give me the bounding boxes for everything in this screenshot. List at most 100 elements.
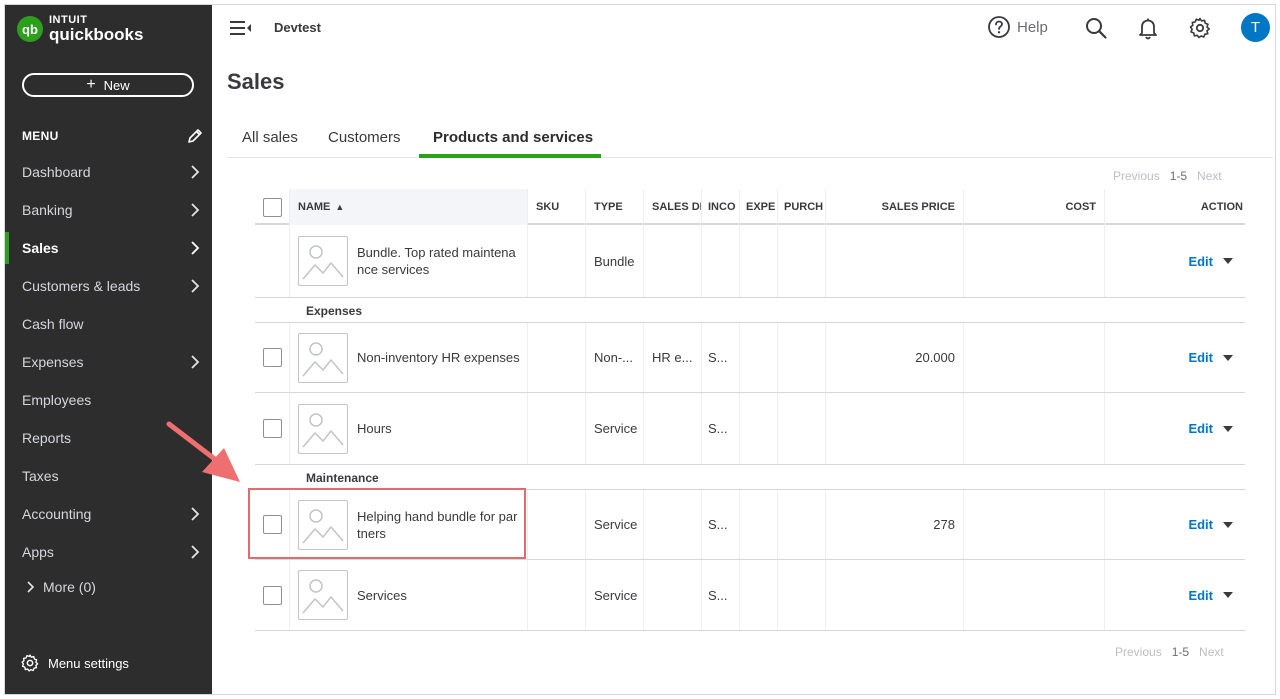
product-purchase <box>777 560 825 630</box>
row-checkbox[interactable] <box>263 585 282 605</box>
help-label: Help <box>1017 18 1048 36</box>
column-header-action: ACTION <box>1104 189 1245 225</box>
product-image-placeholder[interactable] <box>298 332 348 383</box>
product-type: Service <box>585 560 643 630</box>
sidebar-item-employees[interactable]: Employees <box>5 381 212 419</box>
menu-settings-button[interactable]: Menu settings <box>20 653 129 673</box>
product-cost <box>963 490 1104 559</box>
sidebar-item-sales[interactable]: Sales <box>5 229 212 267</box>
product-sales-price <box>825 560 963 630</box>
product-type: Non-... <box>585 323 643 392</box>
group-label: Maintenance <box>306 471 379 485</box>
product-image-placeholder[interactable] <box>298 499 348 550</box>
product-sales-description <box>643 560 701 630</box>
product-name[interactable]: Helping hand bundle for par tners <box>357 508 521 542</box>
edit-button[interactable]: Edit <box>1188 350 1213 365</box>
user-avatar[interactable]: T <box>1241 13 1270 42</box>
action-dropdown-icon[interactable] <box>1223 354 1233 361</box>
hamburger-menu-icon[interactable] <box>230 19 252 37</box>
sidebar: qb INTUIT quickbooks + New MENU Dashboar… <box>5 5 212 694</box>
pager-previous[interactable]: Previous <box>1115 645 1162 659</box>
sales-tabs: All sales Customers Products and service… <box>227 125 1273 158</box>
product-image-placeholder[interactable] <box>298 403 348 454</box>
column-header-sku[interactable]: SKU <box>527 189 585 225</box>
annotation-arrow-icon <box>166 421 240 482</box>
action-dropdown-icon[interactable] <box>1223 258 1233 264</box>
product-purchase <box>777 393 825 464</box>
product-sales-price: 278 <box>825 490 963 559</box>
column-header-purchase[interactable]: PURCH <box>777 189 825 225</box>
gear-icon[interactable] <box>1188 16 1212 40</box>
product-name[interactable]: Services <box>357 587 521 604</box>
top-bar: Devtest Help T <box>212 5 1275 53</box>
sidebar-item-expenses[interactable]: Expenses <box>5 343 212 381</box>
column-header-cost[interactable]: COST <box>963 189 1104 225</box>
tab-products-and-services[interactable]: Products and services <box>433 129 593 146</box>
edit-button[interactable]: Edit <box>1188 421 1213 436</box>
image-placeholder-icon <box>302 412 344 447</box>
more-label: More (0) <box>43 579 96 595</box>
select-all-checkbox[interactable] <box>263 197 282 217</box>
column-header-sales-description[interactable]: SALES DE <box>643 189 701 225</box>
column-header-name[interactable]: NAME ▲ <box>289 189 527 225</box>
chevron-right-icon <box>191 507 200 521</box>
action-dropdown-icon[interactable] <box>1223 592 1233 598</box>
product-expense-account <box>739 393 777 464</box>
product-expense-account <box>739 560 777 630</box>
search-icon[interactable] <box>1084 16 1108 40</box>
product-type: Service <box>585 490 643 559</box>
sidebar-item-customers-leads[interactable]: Customers & leads <box>5 267 212 305</box>
product-sales-description <box>643 490 701 559</box>
group-label: Expenses <box>306 304 363 318</box>
product-name[interactable]: Non-inventory HR expenses <box>357 349 521 366</box>
product-image-placeholder[interactable] <box>298 236 348 286</box>
product-sales-price <box>825 393 963 464</box>
pager-next[interactable]: Next <box>1197 169 1222 183</box>
product-purchase <box>777 323 825 392</box>
pager-range: 1-5 <box>1169 169 1188 183</box>
chevron-right-icon <box>191 279 200 293</box>
sidebar-item-banking[interactable]: Banking <box>5 191 212 229</box>
action-dropdown-icon[interactable] <box>1223 425 1233 432</box>
row-checkbox[interactable] <box>263 348 282 367</box>
image-placeholder-icon <box>302 245 344 280</box>
column-header-type[interactable]: TYPE <box>585 189 643 225</box>
column-header-income-account[interactable]: INCO <box>701 189 739 225</box>
sidebar-item-accounting[interactable]: Accounting <box>5 495 212 533</box>
sidebar-more[interactable]: More (0) <box>27 579 96 595</box>
column-header-sales-price[interactable]: SALES PRICE <box>825 189 963 225</box>
action-dropdown-icon[interactable] <box>1223 521 1233 528</box>
help-button[interactable]: Help <box>987 15 1048 39</box>
sidebar-item-cash-flow[interactable]: Cash flow <box>5 305 212 343</box>
edit-button[interactable]: Edit <box>1188 254 1213 269</box>
image-placeholder-icon <box>302 508 344 543</box>
pencil-icon[interactable] <box>186 127 204 145</box>
product-purchase <box>777 225 825 297</box>
bell-icon[interactable] <box>1136 16 1160 40</box>
product-cost <box>963 225 1104 297</box>
sidebar-item-dashboard[interactable]: Dashboard <box>5 153 212 191</box>
table-row: Services Service S... Edit <box>255 560 1245 631</box>
quickbooks-logo[interactable]: qb INTUIT quickbooks <box>17 15 143 43</box>
pager-next[interactable]: Next <box>1199 645 1224 659</box>
product-name[interactable]: Bundle. Top rated maintena nce services <box>357 244 521 278</box>
product-sku <box>527 560 585 630</box>
edit-button[interactable]: Edit <box>1188 517 1213 532</box>
row-checkbox[interactable] <box>263 419 282 438</box>
product-sales-price: 20.000 <box>825 323 963 392</box>
new-button[interactable]: + New <box>22 73 194 97</box>
column-header-expense-account[interactable]: EXPE <box>739 189 777 225</box>
product-image-placeholder[interactable] <box>298 570 348 620</box>
tab-all-sales[interactable]: All sales <box>242 129 298 146</box>
edit-button[interactable]: Edit <box>1188 588 1213 603</box>
tab-customers[interactable]: Customers <box>328 129 401 146</box>
sidebar-item-apps[interactable]: Apps <box>5 533 212 571</box>
pager-previous[interactable]: Previous <box>1113 169 1160 183</box>
image-placeholder-icon <box>302 341 344 376</box>
menu-settings-label: Menu settings <box>48 655 129 671</box>
product-income-account: S... <box>701 560 739 630</box>
app-window: qb INTUIT quickbooks + New MENU Dashboar… <box>4 4 1276 695</box>
product-name[interactable]: Hours <box>357 420 521 437</box>
row-checkbox[interactable] <box>263 515 282 534</box>
product-cost <box>963 323 1104 392</box>
